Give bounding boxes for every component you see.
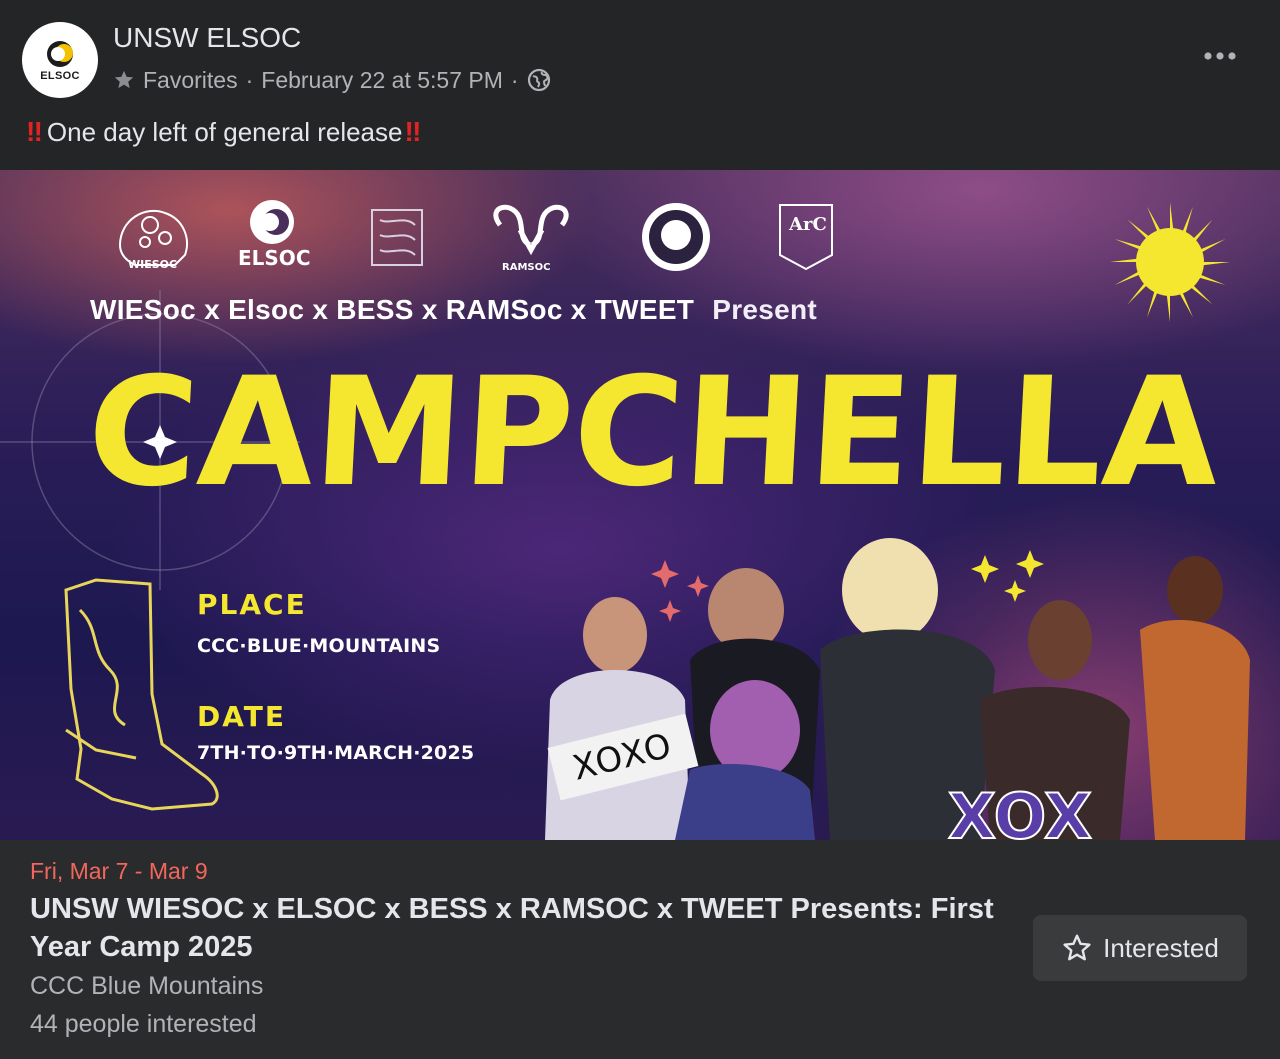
double-exclamation-emoji-2: ‼ xyxy=(404,116,421,147)
banner-place-value: CCC·BLUE·MOUNTAINS xyxy=(197,635,441,657)
audience-label[interactable]: Favorites xyxy=(143,67,238,94)
banner-date-value: 7TH·TO·9TH·MARCH·2025 xyxy=(197,742,475,764)
facebook-post: ELSOC UNSW ELSOC Favorites · February 22… xyxy=(0,0,1280,1059)
banner-title-letter: P xyxy=(458,345,578,520)
avatar-label: ELSOC xyxy=(40,69,80,82)
banner-date-label: DATE xyxy=(197,700,286,733)
double-exclamation-emoji: ‼ xyxy=(26,116,43,147)
interested-button[interactable]: Interested xyxy=(1033,915,1247,981)
logo-wiesoc-label: WIESOC xyxy=(128,258,177,271)
sun-ray xyxy=(1188,283,1213,305)
sun-ray xyxy=(1170,202,1174,233)
banner-title-letter: L xyxy=(906,345,1012,520)
post-message: ‼ One day left of general release ‼ xyxy=(26,114,423,150)
event-interested-count: 44 people interested xyxy=(30,1010,257,1038)
star-icon xyxy=(114,70,134,89)
sun-ray xyxy=(1166,291,1170,322)
sun-ray xyxy=(1127,280,1149,305)
sun-illustration xyxy=(1110,202,1230,322)
banner-title-letter: L xyxy=(1002,345,1108,520)
logo-tweet xyxy=(642,203,710,271)
sun-ray xyxy=(1199,262,1230,266)
post-meta: Favorites · February 22 at 5:57 PM · xyxy=(113,64,551,96)
logo-wiesoc xyxy=(118,209,188,266)
event-location: CCC Blue Mountains xyxy=(30,972,264,1000)
banner-title-letter: E xyxy=(804,345,917,520)
logo-bess xyxy=(371,209,423,266)
banner-presenters: WIESoc x Elsoc x BESS x RAMSoc x TWEET P… xyxy=(90,290,817,330)
meta-separator: · xyxy=(245,66,254,93)
page-avatar[interactable]: ELSOC xyxy=(22,22,98,98)
sun-ray xyxy=(1147,288,1159,318)
sun-ray xyxy=(1197,239,1226,254)
logo-ramsoc-label: RAMSOC xyxy=(502,262,550,273)
banner-title-letter: A xyxy=(1098,345,1224,520)
logo-ramsoc xyxy=(493,204,569,256)
event-title[interactable]: UNSW WIESOC x ELSOC x BESS x RAMSOC x TW… xyxy=(30,890,1010,966)
banner-place-label: PLACE xyxy=(197,588,307,621)
sun-ray xyxy=(1196,273,1226,285)
banner-title-letter: H xyxy=(678,345,814,520)
sun-ray xyxy=(1127,219,1152,241)
post-timestamp[interactable]: February 22 at 5:57 PM xyxy=(261,67,503,94)
event-cover-image[interactable]: WIESOC ELSOC RAMSOC ArC XOX WIESoc x Els… xyxy=(0,170,1280,840)
logo-elsoc xyxy=(250,200,294,244)
sun-ray xyxy=(1147,206,1162,235)
banner-title-letter: C xyxy=(83,345,203,520)
star-outline-icon xyxy=(1063,934,1091,961)
sun-ray xyxy=(1114,239,1144,251)
more-horizontal-icon xyxy=(1204,52,1236,60)
logo-arc-label: ArC xyxy=(788,214,827,235)
banner-title-letter: C xyxy=(568,345,689,520)
banner-presenters-text: WIESoc x Elsoc x BESS x RAMSoc x TWEET xyxy=(90,294,695,325)
elsoc-logo-icon xyxy=(47,40,73,67)
stars-decoration xyxy=(971,550,1044,602)
sun-ray xyxy=(1181,206,1193,236)
post-message-text: One day left of general release xyxy=(46,116,403,147)
globe-icon[interactable] xyxy=(527,68,551,92)
banner-title: C A M P C H E L L A xyxy=(83,345,1223,520)
event-card[interactable]: Fri, Mar 7 - Mar 9 UNSW WIESOC x ELSOC x… xyxy=(0,840,1280,1059)
banner-title-letter: M xyxy=(309,345,469,520)
page-name-link[interactable]: UNSW ELSOC xyxy=(113,22,301,54)
sun-ray xyxy=(1191,219,1213,244)
xox-art: XOX xyxy=(948,780,1092,840)
event-date: Fri, Mar 7 - Mar 9 xyxy=(30,858,208,884)
stars-decoration-2 xyxy=(651,560,709,622)
more-options-button[interactable] xyxy=(1192,34,1248,78)
artist-collage xyxy=(545,538,1250,840)
interested-button-label: Interested xyxy=(1103,932,1219,963)
meta-separator-2: · xyxy=(510,66,519,93)
sun-ray xyxy=(1114,270,1143,285)
banner-present-word: Present xyxy=(712,294,818,325)
sun-ray xyxy=(1178,289,1193,318)
sun-ray xyxy=(1110,258,1141,262)
cowboy-boot-illustration xyxy=(64,578,219,811)
banner-title-letter: A xyxy=(193,345,319,520)
logo-elsoc-label: ELSOC xyxy=(238,246,311,270)
